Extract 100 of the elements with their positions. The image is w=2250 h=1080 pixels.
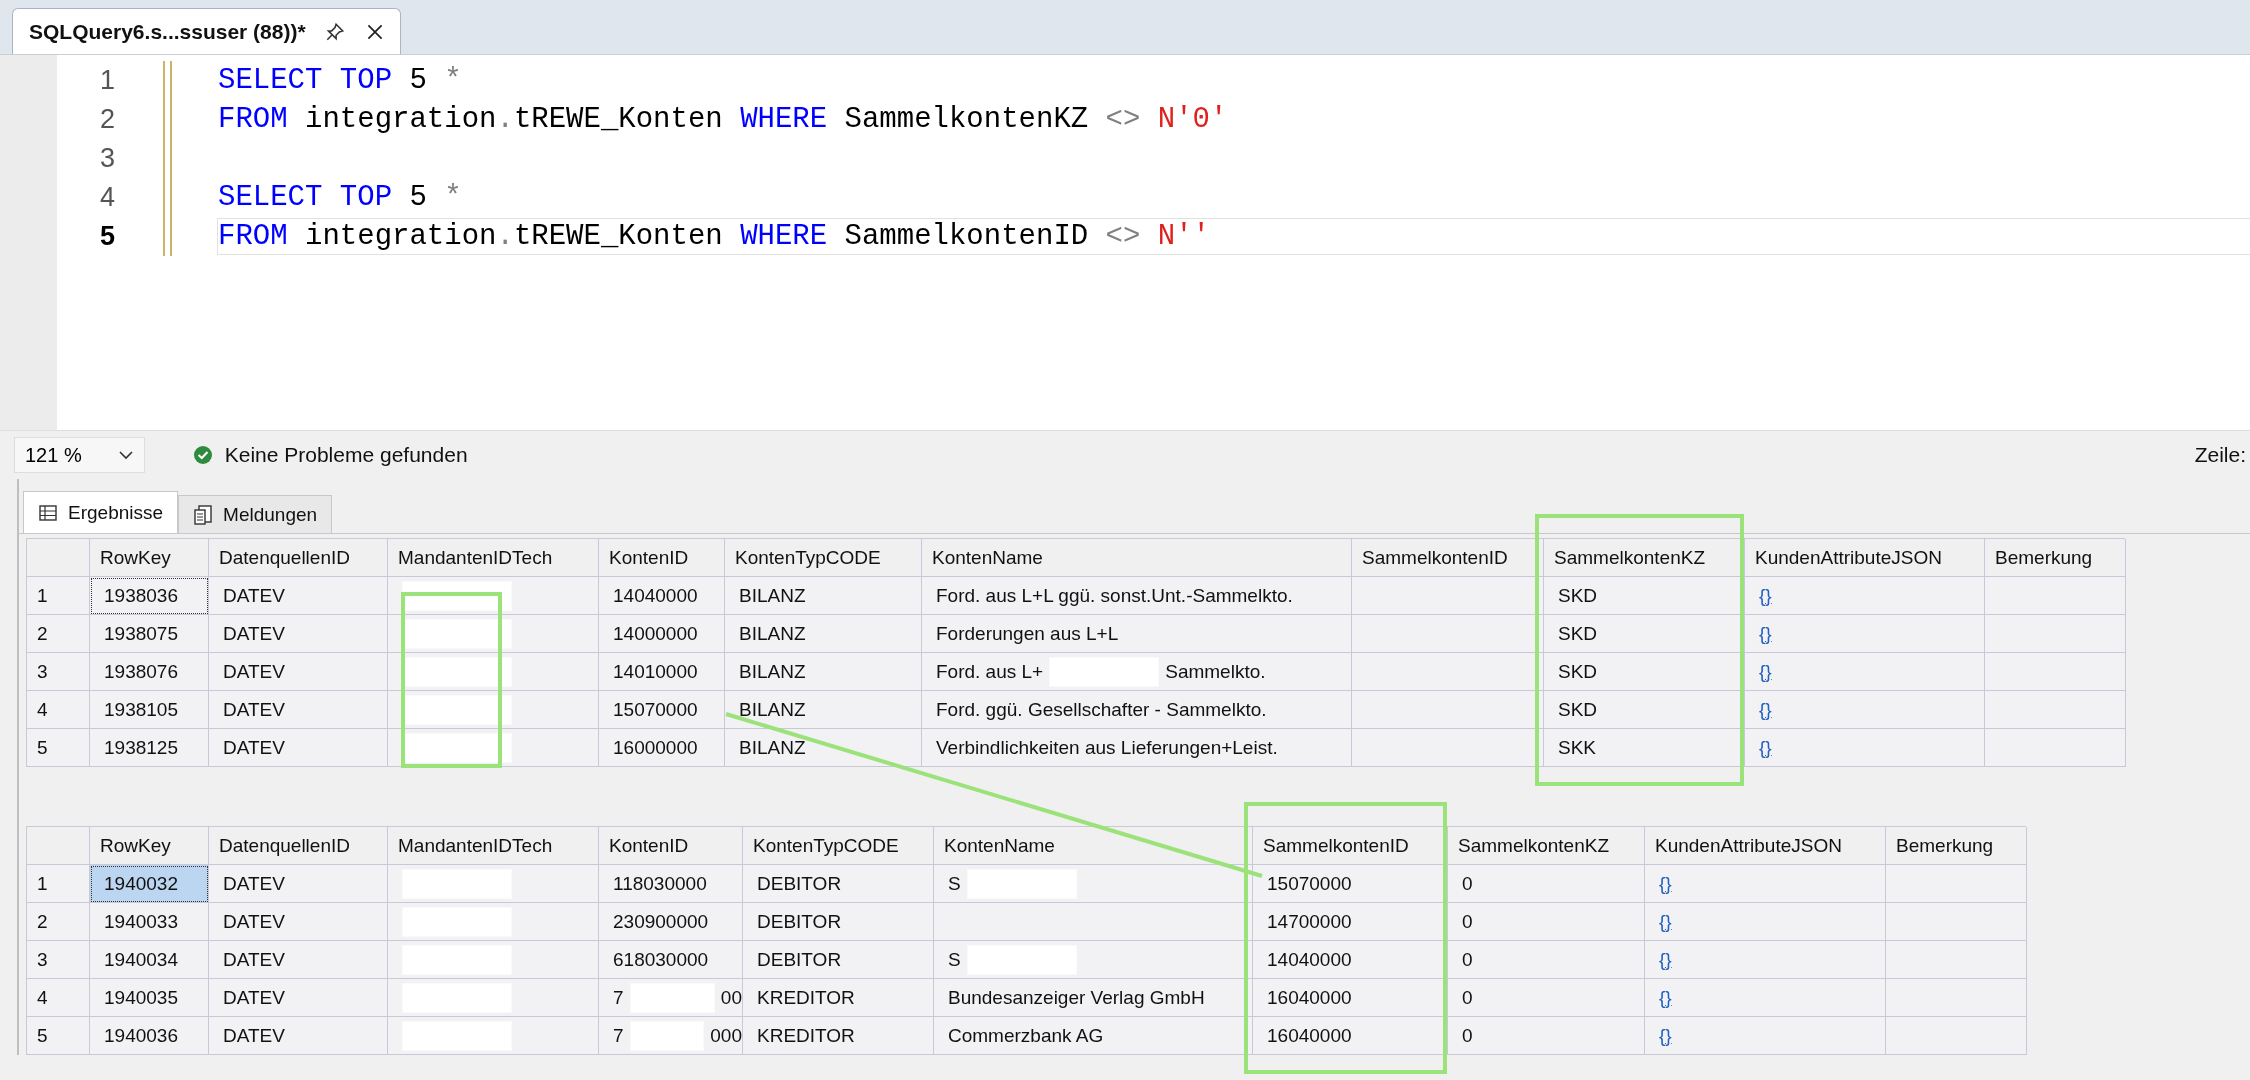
table-cell: 1940036	[90, 1017, 209, 1055]
table-cell: BILANZ	[725, 653, 922, 691]
row-header[interactable]: 5	[27, 729, 90, 767]
row-header[interactable]: 4	[27, 691, 90, 729]
row-header[interactable]: 1	[27, 865, 90, 903]
table-cell: SKD	[1544, 653, 1745, 691]
column-header[interactable]: KundenAttributeJSON	[1645, 827, 1886, 865]
table-cell: 1938125	[90, 729, 209, 767]
line-number: 1	[98, 65, 116, 96]
document-icon	[193, 503, 214, 526]
column-header[interactable]: MandantenIDTech	[388, 827, 599, 865]
table-cell: SKD	[1544, 615, 1745, 653]
column-header[interactable]: KontenTypCODE	[725, 539, 922, 577]
column-header[interactable]: MandantenIDTech	[388, 539, 599, 577]
table-cell: Ford. aus L+ Sammelkto.	[922, 653, 1352, 691]
row-header[interactable]: 3	[27, 653, 90, 691]
line-number: 2	[98, 104, 116, 135]
table-cell: 118030000	[599, 865, 743, 903]
table-cell: S	[934, 941, 1253, 979]
table-cell: 230900000	[599, 903, 743, 941]
table-cell: Bundesanzeiger Verlag GmbH	[934, 979, 1253, 1017]
zoom-dropdown[interactable]: 121 %	[14, 437, 145, 473]
table-cell: 1938075	[90, 615, 209, 653]
status-message: Keine Probleme gefunden	[224, 443, 468, 467]
table-cell: DATEV	[209, 653, 388, 691]
column-header[interactable]: RowKey	[90, 827, 209, 865]
table-cell: Verbindlichkeiten aus Lieferungen+Leist.	[922, 729, 1352, 767]
table-cell: 14010000	[599, 653, 725, 691]
document-tab-title: SQLQuery6.s...ssuser (88))*	[29, 19, 306, 44]
row-header[interactable]: 2	[27, 903, 90, 941]
column-header[interactable]: SammelkontenID	[1253, 827, 1448, 865]
table-cell: 1938076	[90, 653, 209, 691]
table-cell: 15070000	[599, 691, 725, 729]
line-number: 4	[98, 182, 116, 213]
table-cell: SKD	[1544, 691, 1745, 729]
line-number: 3	[98, 143, 116, 174]
table-cell: DATEV	[209, 577, 388, 615]
results-tab[interactable]: Ergebnisse	[23, 491, 179, 533]
table-cell: 14700000	[1253, 903, 1448, 941]
json-link[interactable]: {}	[1745, 691, 1985, 729]
table-cell: DATEV	[209, 979, 388, 1017]
code-line: FROM integration.tREWE_Konten WHERE SammelkontenID <> N''	[218, 220, 1211, 253]
table-cell: S	[934, 865, 1253, 903]
row-header[interactable]: 1	[27, 577, 90, 615]
column-header[interactable]: DatenquellenID	[209, 827, 388, 865]
code-line: SELECT TOP 5 *	[218, 181, 462, 214]
table-cell: BILANZ	[725, 577, 922, 615]
column-header[interactable]: KontenName	[934, 827, 1253, 865]
table-cell: DATEV	[209, 903, 388, 941]
code-line: SELECT TOP 5 *	[218, 64, 462, 97]
column-header[interactable]: KundenAttributeJSON	[1745, 539, 1985, 577]
column-header[interactable]: KontenTypCODE	[743, 827, 934, 865]
json-link[interactable]: {}	[1745, 653, 1985, 691]
json-link[interactable]: {}	[1645, 903, 1886, 941]
row-header[interactable]: 3	[27, 941, 90, 979]
json-link[interactable]: {}	[1645, 1017, 1886, 1055]
column-header[interactable]: KontenID	[599, 539, 725, 577]
table-cell: DEBITOR	[743, 865, 934, 903]
table-cell: DEBITOR	[743, 941, 934, 979]
table-cell: Ford. ggü. Gesellschafter - Sammelkto.	[922, 691, 1352, 729]
table-cell: DATEV	[209, 691, 388, 729]
table-cell: 0	[1448, 979, 1645, 1017]
table-cell: 14000000	[599, 615, 725, 653]
column-header[interactable]: SammelkontenKZ	[1448, 827, 1645, 865]
table-cell: 1940035	[90, 979, 209, 1017]
table-cell: BILANZ	[725, 615, 922, 653]
document-tab[interactable]: SQLQuery6.s...ssuser (88))*	[12, 8, 401, 54]
table-cell: 16040000	[1253, 979, 1448, 1017]
table-cell: 0	[1448, 865, 1645, 903]
column-header[interactable]: KontenName	[922, 539, 1352, 577]
json-link[interactable]: {}	[1645, 979, 1886, 1017]
results-tab[interactable]: Meldungen	[178, 495, 333, 533]
table-cell: 1938036	[90, 577, 209, 615]
row-header[interactable]: 2	[27, 615, 90, 653]
json-link[interactable]: {}	[1745, 729, 1985, 767]
json-link[interactable]: {}	[1645, 865, 1886, 903]
column-header[interactable]: DatenquellenID	[209, 539, 388, 577]
column-header[interactable]: RowKey	[90, 539, 209, 577]
column-header[interactable]: Bemerkung	[1985, 539, 2126, 577]
row-header[interactable]: 4	[27, 979, 90, 1017]
column-header[interactable]: Bemerkung	[1886, 827, 2027, 865]
column-header[interactable]: SammelkontenID	[1352, 539, 1544, 577]
json-link[interactable]: {}	[1745, 577, 1985, 615]
table-cell: 1940034	[90, 941, 209, 979]
table-cell: DEBITOR	[743, 903, 934, 941]
table-cell: 618030000	[599, 941, 743, 979]
table-cell: SKK	[1544, 729, 1745, 767]
table-cell: DATEV	[209, 729, 388, 767]
table-cell: 0	[1448, 941, 1645, 979]
json-link[interactable]: {}	[1645, 941, 1886, 979]
column-header[interactable]: KontenID	[599, 827, 743, 865]
table-cell: Ford. aus L+L ggü. sonst.Unt.-Sammelkto.	[922, 577, 1352, 615]
table-cell: 0	[1448, 1017, 1645, 1055]
table-cell: SKD	[1544, 577, 1745, 615]
column-header[interactable]: SammelkontenKZ	[1544, 539, 1745, 577]
table-cell: 14040000	[1253, 941, 1448, 979]
row-header[interactable]: 5	[27, 1017, 90, 1055]
table-cell: 1938105	[90, 691, 209, 729]
json-link[interactable]: {}	[1745, 615, 1985, 653]
line-position-label: Zeile:	[2194, 443, 2246, 467]
